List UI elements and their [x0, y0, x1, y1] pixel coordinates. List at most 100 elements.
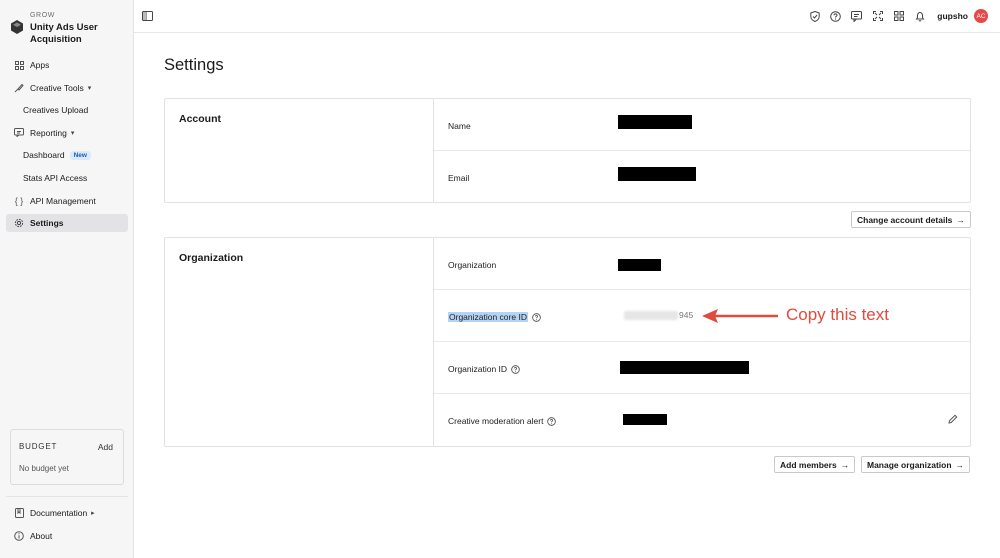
caret-down-icon: ▾: [70, 129, 75, 137]
sidebar-item-documentation[interactable]: Documentation ▸: [6, 504, 128, 522]
arrow-right-icon: →: [840, 459, 850, 470]
organization-card: Organization Organization Organization c…: [164, 237, 971, 447]
top-bar-actions: gupsho AC: [799, 9, 988, 23]
info-icon: [14, 530, 24, 541]
help-icon[interactable]: [547, 416, 557, 426]
sidebar-item-label: Reporting: [30, 127, 67, 138]
redacted-email-value: [618, 167, 696, 181]
account-fields: Name Email: [434, 99, 970, 202]
divider: [6, 496, 128, 497]
username[interactable]: gupsho: [937, 11, 968, 21]
sidebar-item-label: Creatives Upload: [23, 105, 89, 116]
sidebar-item-api-management[interactable]: { } API Management: [6, 192, 128, 210]
brush-icon: [14, 83, 24, 93]
fullscreen-icon[interactable]: [872, 11, 883, 22]
sidebar-item-label: Settings: [30, 218, 64, 229]
sidebar-toggle-icon[interactable]: [142, 11, 153, 21]
button-label: Add members: [780, 459, 837, 470]
braces-icon: { }: [14, 195, 24, 206]
edit-pencil-icon[interactable]: [948, 414, 958, 424]
button-label: Manage organization: [867, 459, 952, 470]
sidebar-item-label: Documentation: [30, 508, 88, 518]
page-title: Settings: [164, 56, 224, 74]
sidebar-item-stats-api[interactable]: Stats API Access: [6, 169, 128, 187]
sidebar-item-label: Stats API Access: [23, 172, 88, 183]
sidebar-item-dashboard[interactable]: Dashboard New: [6, 146, 128, 164]
sidebar-item-creatives-upload[interactable]: Creatives Upload: [6, 101, 128, 119]
shield-check-icon[interactable]: [809, 10, 820, 22]
sidebar-item-settings[interactable]: Settings: [6, 214, 128, 233]
organization-title: Organization: [179, 252, 244, 264]
sidebar-item-label: Dashboard: [23, 150, 65, 161]
brand-small-label: GROW: [30, 12, 55, 19]
core-id-tail: 945: [679, 310, 694, 320]
brand[interactable]: GROW Unity Ads User Acquisition: [10, 12, 130, 46]
report-icon: [14, 128, 24, 138]
caret-right-icon: ▸: [91, 510, 95, 517]
field-label: Organization ID: [448, 364, 520, 374]
sidebar-item-label: About: [30, 530, 53, 541]
account-row-name: Name: [434, 99, 970, 151]
sidebar-item-about[interactable]: About: [6, 527, 128, 545]
moderation-alert-label: Creative moderation alert: [448, 416, 544, 426]
brand-name: Unity Ads User Acquisition: [30, 22, 98, 45]
sidebar-item-apps[interactable]: Apps: [6, 56, 128, 74]
feedback-icon[interactable]: [851, 10, 863, 22]
help-icon[interactable]: [830, 10, 842, 22]
budget-title: BUDGET: [19, 442, 58, 451]
field-label: Email: [448, 173, 470, 183]
sidebar: GROW Unity Ads User Acquisition Apps Cre…: [0, 0, 134, 558]
manage-organization-button[interactable]: Manage organization →: [861, 456, 971, 473]
budget-empty-text: No budget yet: [19, 464, 69, 473]
arrow-right-icon: →: [955, 459, 965, 470]
unity-logo-icon: [11, 20, 23, 34]
gear-icon: [14, 218, 24, 228]
field-label: Organization: [448, 260, 497, 270]
account-title: Account: [179, 113, 221, 125]
core-id-value[interactable]: 945: [624, 310, 693, 320]
sidebar-item-label: Apps: [30, 60, 50, 70]
arrow-right-icon: →: [956, 214, 965, 225]
account-card-header: Account: [165, 99, 434, 202]
help-icon[interactable]: [511, 364, 520, 374]
sidebar-item-label: Creative Tools: [30, 82, 84, 93]
change-account-details-button[interactable]: Change account details →: [851, 211, 971, 228]
budget-panel: BUDGET Add No budget yet: [10, 429, 124, 485]
org-row-organization-id: Organization ID: [434, 342, 970, 394]
grid-icon: [14, 60, 24, 70]
account-card: Account Name Email: [164, 98, 971, 203]
caret-down-icon: ▾: [87, 84, 92, 92]
org-id-label: Organization ID: [448, 364, 508, 374]
avatar[interactable]: AC: [974, 9, 988, 23]
redacted-organization-value: [618, 259, 661, 271]
bell-icon[interactable]: [914, 11, 925, 22]
account-row-email: Email: [434, 151, 970, 203]
annotation-text: Copy this text: [786, 305, 889, 324]
redacted-name-value: [618, 115, 692, 129]
sidebar-nav: Apps Creative Tools ▾ Creatives Upload R…: [6, 56, 128, 237]
button-label: Change account details: [857, 214, 953, 225]
core-id-label-selected[interactable]: Organization core ID: [448, 312, 528, 322]
field-label: Name: [448, 121, 471, 131]
organization-fields: Organization Organization core ID 945 Or…: [434, 238, 970, 446]
annotation-arrow-icon: [702, 309, 778, 323]
field-label: Organization core ID: [448, 312, 541, 322]
add-budget-button[interactable]: Add: [98, 442, 113, 452]
redacted-org-id-value: [620, 361, 749, 374]
blurred-id-portion: [624, 310, 678, 320]
sidebar-item-creative-tools[interactable]: Creative Tools ▾: [6, 79, 128, 97]
redacted-moderation-value: [623, 414, 667, 425]
top-bar: gupsho AC: [134, 0, 1000, 33]
field-label: Creative moderation alert: [448, 416, 557, 426]
sidebar-item-label: API Management: [30, 195, 96, 206]
org-row-organization: Organization: [434, 238, 970, 290]
new-badge: New: [69, 150, 91, 160]
sidebar-item-reporting[interactable]: Reporting ▾: [6, 124, 128, 142]
help-icon[interactable]: [532, 312, 541, 322]
bottom-nav: Documentation ▸ About: [6, 504, 128, 549]
add-members-button[interactable]: Add members →: [774, 456, 856, 473]
organization-card-header: Organization: [165, 238, 434, 446]
org-row-moderation-alert: Creative moderation alert: [434, 394, 970, 446]
book-icon: [14, 508, 24, 518]
apps-grid-icon[interactable]: [893, 11, 904, 22]
